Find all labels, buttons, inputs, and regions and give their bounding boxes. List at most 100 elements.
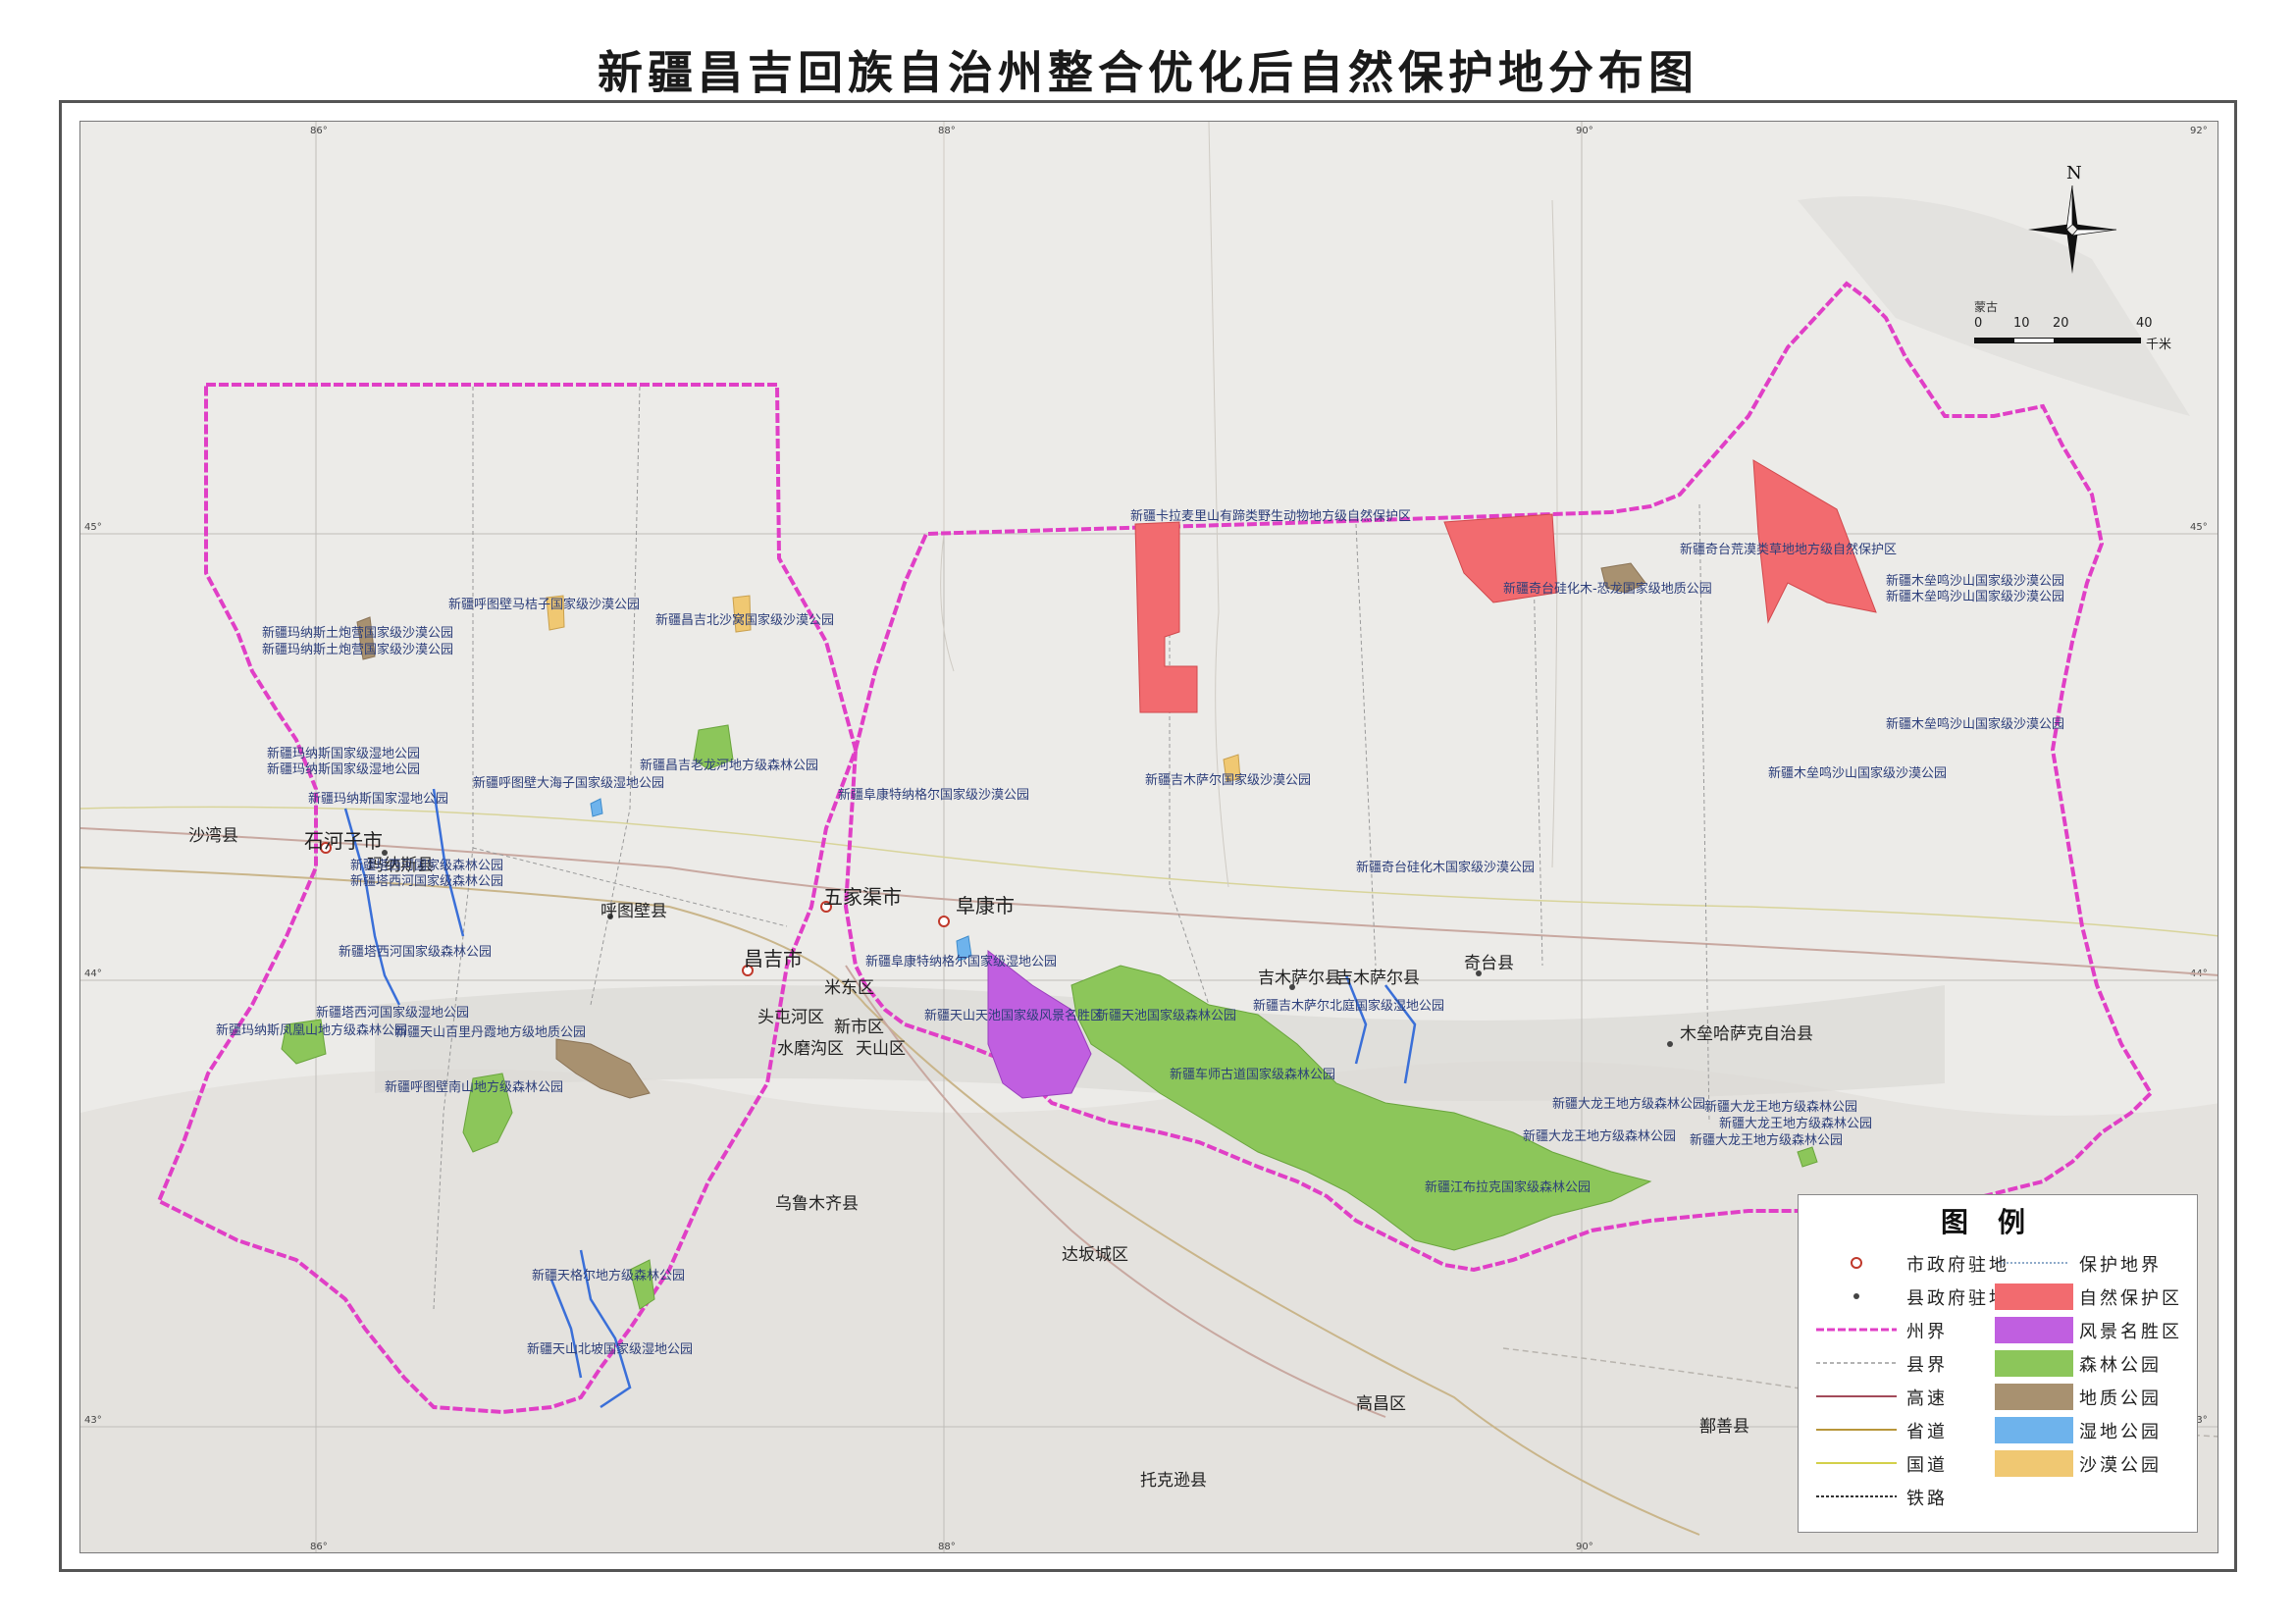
map-area[interactable]: 86° 88° 90° 92° 86° 88° 90° 45° 44° 43° …: [79, 121, 2218, 1553]
label-kalamaili: 新疆卡拉麦里山有蹄类野生动物地方级自然保护区: [1130, 508, 1411, 524]
legend-provincial-road: 省道: [1812, 1416, 1999, 1443]
city-label-xinshi: 新市区: [834, 1018, 884, 1037]
label-mulei-1: 新疆木垒鸣沙山国家级沙漠公园: [1886, 573, 2064, 589]
lon-label-92: 92°: [2190, 126, 2208, 136]
label-taxi-3: 新疆塔西河国家级森林公园: [339, 944, 492, 960]
label-tianshan-baili: 新疆天山百里丹霞地方级地质公园: [394, 1024, 586, 1040]
desert-park-swatch: [1995, 1450, 2073, 1477]
wetland-park-swatch: [1995, 1417, 2073, 1443]
map-title: 新疆昌吉回族自治州整合优化后自然保护地分布图: [598, 46, 1698, 99]
city-seat-icon: [1851, 1257, 1862, 1269]
forest-park-swatch: [1995, 1350, 2073, 1377]
city-label-shanshan: 鄯善县: [1699, 1417, 1749, 1437]
map-frame: 86° 88° 90° 92° 86° 88° 90° 45° 44° 43° …: [59, 100, 2237, 1572]
city-label-changji: 昌吉市: [744, 947, 803, 970]
legend-label-national-road: 国道: [1906, 1455, 1948, 1476]
label-dalong-2: 新疆大龙王地方级森林公园: [1523, 1128, 1676, 1144]
county-boundary-icon: [1816, 1362, 1897, 1364]
label-tiange: 新疆天格尔地方级森林公园: [532, 1268, 685, 1283]
legend-label-railway: 铁路: [1906, 1489, 1948, 1509]
label-fukang-tenggeli: 新疆阜康特纳格尔国家级沙漠公园: [838, 787, 1029, 803]
provincial-road-icon: [1816, 1429, 1897, 1431]
nature-reserve-swatch: [1995, 1283, 2073, 1310]
label-qitai-gh: 新疆奇台硅化木-恐龙国家级地质公园: [1503, 581, 1712, 597]
legend-scenic-area: 风景名胜区: [1995, 1316, 2191, 1343]
label-mulei-2: 新疆木垒鸣沙山国家级沙漠公园: [1886, 589, 2064, 604]
city-label-hutubi: 呼图壁县: [600, 902, 667, 921]
city-label-shihezi: 石河子市: [304, 829, 383, 853]
scale-unit: 千米: [2146, 338, 2172, 352]
lon-label-90: 90°: [1576, 126, 1593, 136]
lon-label-86-bottom: 86°: [310, 1542, 328, 1552]
city-label-gaochang: 高昌区: [1356, 1394, 1406, 1414]
city-label-mulei: 木垒哈萨克自治县: [1680, 1024, 1813, 1044]
scale-tick-20: 20: [2053, 316, 2069, 331]
label-taxi-1: 新疆塔西河国家级森林公园: [350, 858, 503, 873]
legend-label-expressway: 高速: [1906, 1388, 1948, 1409]
label-qitai-gh-sha: 新疆奇台硅化木国家级沙漠公园: [1356, 860, 1535, 875]
city-label-dabancheng: 达坂城区: [1062, 1245, 1128, 1265]
city-label-tianshan: 天山区: [856, 1039, 906, 1059]
legend-wetland-park: 湿地公园: [1995, 1416, 2191, 1443]
scale-bar-outline: [1974, 338, 2141, 343]
prefecture-boundary-icon: [1816, 1328, 1897, 1332]
label-hutubi-dahaizi: 新疆呼图壁大海子国家级湿地公园: [473, 775, 664, 791]
lat-label-43: 43°: [84, 1415, 102, 1426]
lat-label-45-right: 45°: [2190, 522, 2208, 533]
national-road-icon: [1816, 1462, 1897, 1464]
legend-label-provincial-road: 省道: [1906, 1422, 1948, 1442]
legend-nature-reserve: 自然保护区: [1995, 1283, 2191, 1310]
legend-label-prefecture-boundary: 州界: [1906, 1322, 1948, 1342]
north-arrow-icon: N: [2028, 163, 2117, 274]
city-label-qitai: 奇台县: [1464, 954, 1514, 973]
scale-tick-0: 0: [1974, 316, 1983, 331]
legend-railway: 铁路: [1812, 1483, 1999, 1510]
label-changji-beisha: 新疆昌吉北沙窝国家级沙漠公园: [655, 612, 834, 628]
legend-county-seat: 县政府驻地: [1812, 1283, 2007, 1310]
label-hutubi-mazi: 新疆呼图壁马桔子国家级沙漠公园: [448, 597, 640, 612]
label-manas-tupao-2: 新疆玛纳斯土炮营国家级沙漠公园: [262, 642, 453, 657]
lat-label-44: 44°: [84, 969, 102, 979]
label-jimsar-sha: 新疆吉木萨尔国家级沙漠公园: [1145, 772, 1311, 788]
legend-label-forest-park: 森林公园: [2079, 1355, 2162, 1376]
fukang-marker[interactable]: [938, 916, 950, 927]
mulei-marker[interactable]: [1667, 1041, 1673, 1047]
label-tianshan-beipo: 新疆天山北坡国家级湿地公园: [527, 1341, 693, 1357]
city-label-tuokexun: 托克逊县: [1140, 1471, 1207, 1491]
lat-label-45: 45°: [84, 522, 102, 533]
reserve-boundary-icon: [1999, 1262, 2069, 1264]
lon-label-86: 86°: [310, 126, 328, 136]
legend-geo-park: 地质公园: [1995, 1383, 2191, 1410]
label-taxi-4: 新疆塔西河国家级湿地公园: [316, 1005, 469, 1021]
label-qitai-huangmo: 新疆奇台荒漠类草地地方级自然保护区: [1680, 542, 1897, 557]
label-manas-fenghuang: 新疆玛纳斯凤凰山地方级森林公园: [216, 1022, 407, 1038]
label-manas-wet-1: 新疆玛纳斯国家级湿地公园: [267, 746, 420, 761]
label-hutubi-nanshan: 新疆呼图壁南山地方级森林公园: [385, 1079, 563, 1095]
geo-park-swatch: [1995, 1384, 2073, 1410]
legend-label-reserve-boundary: 保护地界: [2079, 1255, 2162, 1276]
legend-city-seat: 市政府驻地: [1812, 1249, 2007, 1277]
city-label-jimsar: 吉木萨尔县: [1258, 969, 1341, 988]
north-arrow: N: [2013, 161, 2131, 288]
label-manas-wet-2: 新疆玛纳斯国家级湿地公园: [267, 761, 420, 777]
scale-tick-10: 10: [2013, 316, 2030, 331]
label-tianshan-tianchi-forest: 新疆天池国家级森林公园: [1096, 1008, 1236, 1023]
legend-reserve-boundary: 保护地界: [1995, 1249, 2191, 1277]
label-jimsar-beiting: 新疆吉木萨尔北庭国家级湿地公园: [1253, 998, 1444, 1014]
city-label-jimsar-dup: 吉木萨尔县: [1336, 969, 1420, 988]
label-dalong-1: 新疆大龙王地方级森林公园: [1552, 1096, 1705, 1112]
city-label-fukang: 阜康市: [956, 894, 1015, 917]
label-taxi-2: 新疆塔西河国家级森林公园: [350, 873, 503, 889]
city-label-wujiaqu: 五家渠市: [823, 885, 902, 909]
label-mulei-3: 新疆木垒鸣沙山国家级沙漠公园: [1886, 716, 2064, 732]
scale-country-label: 蒙古: [1974, 300, 1999, 314]
lon-label-88: 88°: [938, 126, 956, 136]
legend-expressway: 高速: [1812, 1383, 1999, 1410]
lon-label-88-bottom: 88°: [938, 1542, 956, 1552]
label-mulei-4: 新疆木垒鸣沙山国家级沙漠公园: [1768, 765, 1947, 781]
legend-label-scenic-area: 风景名胜区: [2079, 1322, 2182, 1342]
legend: 图例 市政府驻地 县政府驻地 州界 县界 高速 省道 国道 铁路 保护地界 自然…: [1798, 1194, 2198, 1533]
label-jiangbulake: 新疆江布拉克国家级森林公园: [1425, 1179, 1591, 1195]
label-chegu: 新疆车师古道国家级森林公园: [1170, 1067, 1335, 1082]
legend-county-boundary: 县界: [1812, 1349, 1999, 1377]
